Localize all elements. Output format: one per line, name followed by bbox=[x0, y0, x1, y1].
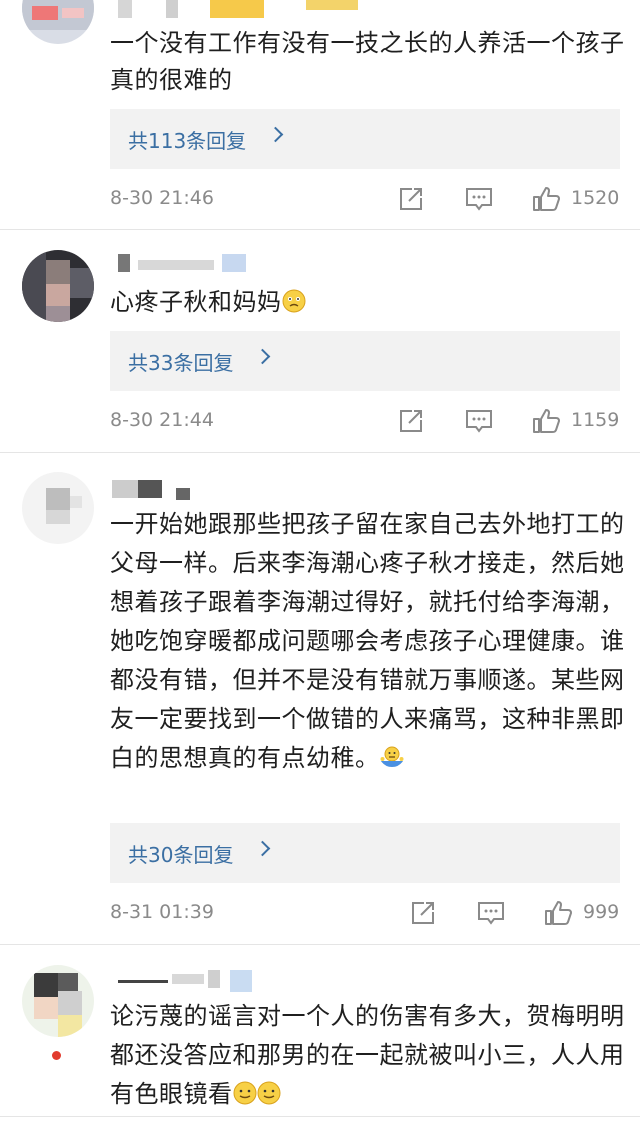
timestamp: 8-31 01:39 bbox=[110, 901, 214, 923]
chevron-right-icon bbox=[267, 126, 284, 143]
comment-icon[interactable] bbox=[465, 186, 493, 216]
thumbs-up-icon[interactable] bbox=[544, 900, 572, 930]
shrug-emoji bbox=[380, 746, 403, 767]
share-icon[interactable] bbox=[398, 186, 424, 216]
online-dot bbox=[52, 1051, 61, 1060]
view-replies-button[interactable]: 共113条回复 bbox=[110, 109, 620, 169]
comment-text-content: 心疼子秋和妈妈 bbox=[110, 288, 282, 316]
divider bbox=[0, 944, 640, 945]
comment-text: 一个没有工作有没有一技之长的人养活一个孩子真的很难的 bbox=[110, 29, 625, 94]
share-icon[interactable] bbox=[410, 900, 436, 930]
comment-text: 心疼子秋和妈妈 bbox=[110, 283, 630, 322]
smile-emoji bbox=[257, 1081, 280, 1105]
comment-meta: 8-31 01:39 999 bbox=[110, 898, 620, 928]
reply-count-label: 共30条回复 bbox=[128, 843, 234, 867]
bottom-edge bbox=[0, 1116, 640, 1117]
view-replies-button[interactable]: 共33条回复 bbox=[110, 331, 620, 391]
comment-meta: 8-30 21:44 1159 bbox=[110, 406, 620, 436]
smile-emoji bbox=[233, 1081, 256, 1105]
avatar[interactable] bbox=[22, 0, 94, 44]
thumbs-up-icon[interactable] bbox=[532, 408, 560, 438]
view-replies-button[interactable]: 共30条回复 bbox=[110, 823, 620, 883]
comment-icon[interactable] bbox=[465, 408, 493, 438]
chevron-right-icon bbox=[254, 840, 271, 857]
divider bbox=[0, 229, 640, 230]
sad-emoji bbox=[282, 289, 305, 313]
like-count: 1520 bbox=[571, 187, 620, 209]
divider bbox=[0, 452, 640, 453]
comment-text: 一开始她跟那些把孩子留在家自己去外地打工的父母一样。后来李海潮心疼子秋才接走，然… bbox=[110, 505, 630, 778]
timestamp: 8-30 21:46 bbox=[110, 187, 214, 209]
chevron-right-icon bbox=[254, 348, 271, 365]
comment-text-content: 一开始她跟那些把孩子留在家自己去外地打工的父母一样。后来李海潮心疼子秋才接走，然… bbox=[110, 510, 625, 772]
comment-text: 论污蔑的谣言对一个人的伤害有多大，贺梅明明都还没答应和那男的在一起就被叫小三，人… bbox=[110, 997, 630, 1114]
avatar[interactable] bbox=[22, 472, 94, 544]
avatar[interactable] bbox=[22, 965, 94, 1037]
reply-count-label: 共33条回复 bbox=[128, 351, 234, 375]
thumbs-up-icon[interactable] bbox=[532, 186, 560, 216]
comment-icon[interactable] bbox=[477, 900, 505, 930]
share-icon[interactable] bbox=[398, 408, 424, 438]
reply-count-label: 共113条回复 bbox=[128, 129, 247, 153]
comment-text-content: 论污蔑的谣言对一个人的伤害有多大，贺梅明明都还没答应和那男的在一起就被叫小三，人… bbox=[110, 1002, 625, 1108]
comment-meta: 8-30 21:46 1520 bbox=[110, 184, 620, 214]
avatar[interactable] bbox=[22, 250, 94, 322]
timestamp: 8-30 21:44 bbox=[110, 409, 214, 431]
like-count: 999 bbox=[583, 901, 620, 923]
like-count: 1159 bbox=[571, 409, 620, 431]
